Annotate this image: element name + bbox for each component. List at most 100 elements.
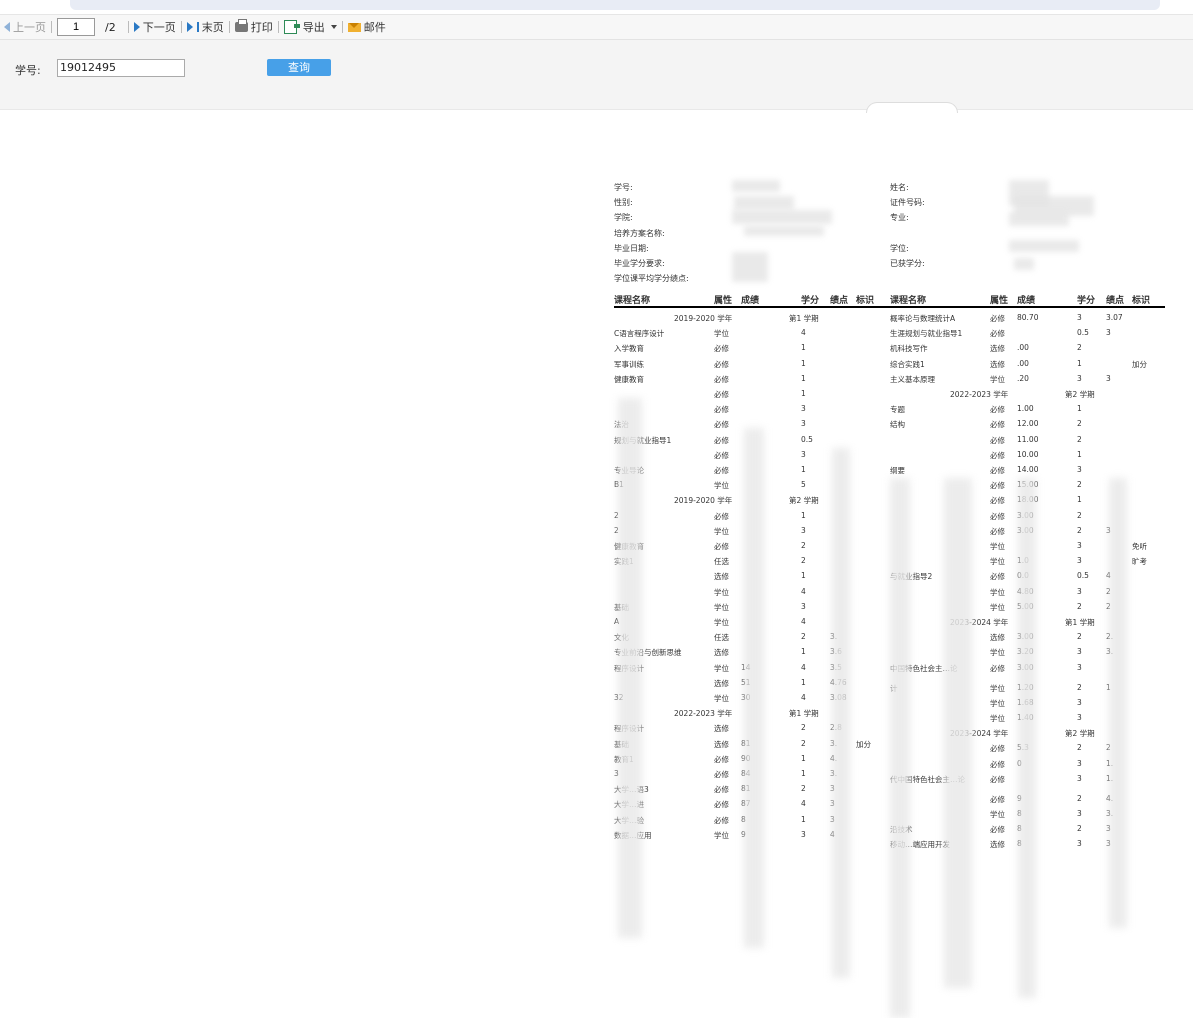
cell-name: 结构 bbox=[890, 420, 905, 430]
last-page-button[interactable]: 末页 bbox=[186, 17, 224, 37]
cell-credit: 0.5 bbox=[1077, 571, 1089, 581]
page-total: /2 bbox=[105, 20, 116, 34]
last-arrow-icon bbox=[186, 22, 193, 32]
query-button[interactable]: 查询 bbox=[267, 59, 331, 76]
info-key: 培养方案名称: bbox=[614, 229, 665, 238]
cell-credit: 2 bbox=[1077, 419, 1082, 429]
cell-credit: 3 bbox=[1077, 697, 1082, 707]
table-row: 必修 10.00 1 bbox=[614, 448, 1165, 463]
info-row: 培养方案名称: bbox=[614, 228, 1165, 242]
browser-top-strip bbox=[0, 0, 1193, 15]
redaction bbox=[944, 478, 972, 988]
export-label: 导出 bbox=[302, 21, 325, 34]
mail-button[interactable]: 邮件 bbox=[347, 17, 386, 37]
info-key: 毕业学分要求: bbox=[614, 259, 665, 268]
cell-credit: 2 bbox=[1077, 525, 1082, 535]
cell-credit: 3 bbox=[1077, 465, 1082, 474]
info-key: 学位: bbox=[890, 244, 909, 253]
toolbar-separator bbox=[127, 21, 129, 33]
cell-score: 10.00 bbox=[1017, 449, 1039, 459]
cell-attr: 必修 bbox=[990, 466, 1005, 475]
prev-page-label: 上一页 bbox=[13, 21, 46, 34]
info-key: 学位课平均学分绩点: bbox=[614, 274, 689, 283]
cell-attr: 选修 bbox=[990, 359, 1005, 369]
cell-credit: 2 bbox=[1077, 743, 1082, 753]
cell-name: 综合实践1 bbox=[890, 359, 925, 369]
cell-attr: 必修 bbox=[990, 420, 1005, 430]
cell-attr: 学位 bbox=[990, 557, 1005, 567]
redaction bbox=[1009, 212, 1069, 226]
cell-attr: 必修 bbox=[990, 663, 1005, 673]
cell-credit: 2 bbox=[1077, 682, 1082, 692]
column-header: 学分 bbox=[801, 296, 820, 306]
cell-credit: 3 bbox=[1077, 713, 1082, 722]
table-row: 专题 必修 1.00 1 bbox=[614, 402, 1165, 417]
scroll-handle[interactable] bbox=[866, 102, 958, 113]
report-toolbar: 上一页 /2 下一页 末页 打印 导出 邮件 bbox=[0, 15, 1193, 40]
info-key: 证件号码: bbox=[890, 198, 925, 207]
table-row: 综合实践1 选修 .00 1 加分 bbox=[614, 357, 1165, 372]
table-row: 概率论与数理统计A 必修 80.70 3 3.07 bbox=[614, 311, 1165, 326]
cell-attr: 学位 bbox=[990, 602, 1005, 612]
student-id-label: 学号: bbox=[15, 64, 41, 77]
cell-flag: 免听 bbox=[1132, 542, 1147, 551]
prev-arrow-icon bbox=[4, 22, 10, 32]
term-name: 第1 学期 bbox=[1065, 618, 1095, 627]
table-row: 生涯规划与就业指导1 必修 0.5 3 bbox=[614, 326, 1165, 341]
cell-flag: 加分 bbox=[1132, 359, 1147, 369]
info-row: 毕业日期: 学位: bbox=[614, 243, 1165, 257]
info-key: 姓名: bbox=[890, 183, 909, 192]
cell-score: 11.00 bbox=[1017, 434, 1039, 444]
cell-credit: 3 bbox=[1077, 556, 1082, 566]
next-page-label: 下一页 bbox=[142, 21, 176, 34]
page-number-input[interactable] bbox=[57, 18, 95, 36]
cell-attr: 选修 bbox=[990, 633, 1005, 643]
redaction bbox=[618, 398, 642, 938]
table-row: 必修 11.00 2 bbox=[614, 433, 1165, 448]
next-page-button[interactable]: 下一页 bbox=[133, 17, 176, 37]
cell-credit: 1 bbox=[1077, 404, 1082, 414]
redaction bbox=[732, 180, 780, 192]
column-header: 标识 bbox=[1132, 296, 1151, 306]
redaction bbox=[744, 428, 764, 948]
info-row: 学号: 姓名: bbox=[614, 182, 1165, 196]
cell-gpa: 3 bbox=[1106, 328, 1111, 338]
cell-attr: 学位 bbox=[990, 542, 1005, 551]
last-bar-icon bbox=[196, 22, 199, 32]
cell-score: 1.00 bbox=[1017, 404, 1034, 414]
table-row: 主义基本原理 学位 .20 3 3 bbox=[614, 372, 1165, 387]
prev-page-button[interactable]: 上一页 bbox=[4, 17, 46, 37]
cell-gpa: 3 bbox=[1106, 373, 1111, 383]
cell-attr: 学位 bbox=[990, 374, 1005, 384]
column-header: 学分 bbox=[1077, 296, 1096, 306]
column-header: 绩点 bbox=[1106, 296, 1125, 306]
cell-attr: 必修 bbox=[990, 481, 1005, 491]
column-header: 标识 bbox=[856, 296, 875, 306]
info-key: 已获学分: bbox=[890, 259, 925, 268]
cell-attr: 选修 bbox=[990, 840, 1005, 850]
export-button[interactable]: 导出 bbox=[283, 17, 337, 37]
cell-gpa: 3.07 bbox=[1106, 313, 1123, 322]
print-button[interactable]: 打印 bbox=[234, 17, 273, 37]
cell-credit: 2 bbox=[1077, 632, 1082, 642]
cell-attr: 学位 bbox=[990, 698, 1005, 708]
column-header: 成绩 bbox=[1017, 296, 1036, 306]
cell-attr: 必修 bbox=[990, 744, 1005, 754]
redaction bbox=[1109, 478, 1127, 928]
student-info: 学号: 姓名: 性别: 证件号码: 学院: 专业: 培养方案名称: 毕业日期: 学位: 毕业学分要… bbox=[614, 180, 1165, 292]
column-header: 课程名称 bbox=[890, 296, 927, 306]
cell-attr: 必修 bbox=[990, 774, 1005, 784]
cell-attr: 学位 bbox=[990, 587, 1005, 597]
cell-credit: 3 bbox=[1077, 541, 1082, 550]
toolbar-separator bbox=[228, 21, 230, 33]
cell-attr: 必修 bbox=[990, 511, 1005, 521]
cell-attr: 学位 bbox=[990, 648, 1005, 658]
column-header: 绩点 bbox=[830, 296, 849, 306]
student-id-input[interactable]: 19012495 bbox=[57, 59, 185, 77]
cell-name: 生涯规划与就业指导1 bbox=[890, 329, 963, 339]
cell-attr: 必修 bbox=[990, 405, 1005, 415]
cell-credit: 3 bbox=[1077, 758, 1082, 768]
query-panel: 学号: 19012495 查询 bbox=[0, 40, 1193, 110]
cell-attr: 必修 bbox=[990, 572, 1005, 582]
cell-score: 14.00 bbox=[1017, 465, 1039, 474]
